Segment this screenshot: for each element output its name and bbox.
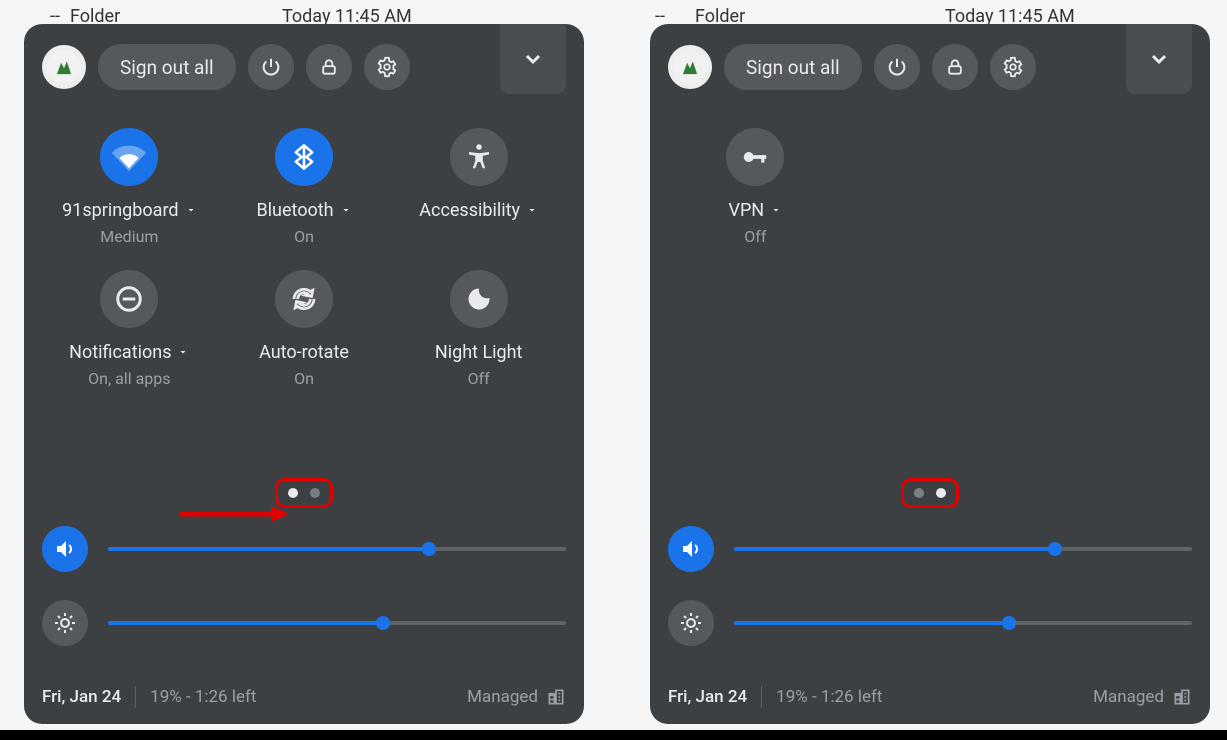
footer-date: Fri, Jan 24 [42,687,121,707]
managed-indicator[interactable]: Managed [1093,687,1192,707]
notifications-tile[interactable]: Notifications On, all apps [42,270,217,388]
footer-battery: 19% - 1:26 left [150,687,256,707]
lock-button[interactable] [932,44,978,90]
divider [135,686,136,708]
footer-date: Fri, Jan 24 [668,687,747,707]
bluetooth-tile[interactable]: Bluetooth On [217,128,392,246]
power-button[interactable] [874,44,920,90]
annotation-arrow [179,504,289,524]
brightness-button[interactable] [668,600,714,646]
brightness-slider[interactable] [108,621,566,625]
autorotate-icon [275,270,333,328]
panel-header: Sign out all [668,44,1192,90]
accessibility-icon [450,128,508,186]
bluetooth-status: On [294,227,314,246]
sign-out-button[interactable]: Sign out all [724,44,862,90]
volume-button[interactable] [42,526,88,572]
quick-settings-panel-page2: Sign out all VPN Off [650,24,1210,724]
brightness-slider-row [668,600,1192,646]
chevron-down-icon [770,200,782,221]
wifi-tile[interactable]: 91springboard Medium [42,128,217,246]
settings-button[interactable] [990,44,1036,90]
sliders [42,526,566,646]
accessibility-label: Accessibility [419,200,520,221]
brightness-slider-row [42,600,566,646]
brightness-button[interactable] [42,600,88,646]
sign-out-button[interactable]: Sign out all [98,44,236,90]
annotation-highlight [901,478,959,508]
building-icon [546,687,566,707]
vpn-key-icon [726,128,784,186]
volume-slider[interactable] [734,547,1192,551]
autorotate-tile[interactable]: Auto-rotate On [217,270,392,388]
bottom-strip [0,730,1227,740]
panel-footer: Fri, Jan 24 19% - 1:26 left Managed [42,666,566,708]
power-button[interactable] [248,44,294,90]
nightlight-icon [450,270,508,328]
quick-settings-tiles: 91springboard Medium Bluetooth On Access… [42,128,566,468]
panel-header: Sign out all [42,44,566,90]
collapse-button[interactable] [1126,24,1192,94]
chevron-down-icon [185,200,197,221]
panel-footer: Fri, Jan 24 19% - 1:26 left Managed [668,666,1192,708]
notifications-status: On, all apps [88,369,170,388]
lock-button[interactable] [306,44,352,90]
managed-indicator[interactable]: Managed [467,687,566,707]
chevron-down-icon [526,200,538,221]
quick-settings-tiles: VPN Off [668,128,1192,468]
nightlight-tile[interactable]: Night Light Off [391,270,566,388]
sliders [668,526,1192,646]
wifi-status: Medium [100,227,158,246]
bluetooth-icon [275,128,333,186]
bluetooth-label: Bluetooth [256,200,333,221]
volume-slider-row [668,526,1192,572]
autorotate-label: Auto-rotate [259,342,349,363]
notifications-label: Notifications [69,342,171,363]
brightness-slider[interactable] [734,621,1192,625]
avatar[interactable] [668,45,712,89]
managed-label: Managed [1093,687,1164,707]
page-indicator[interactable] [276,482,332,504]
do-not-disturb-icon [100,270,158,328]
chevron-down-icon [340,200,352,221]
chevron-down-icon [177,342,189,363]
settings-button[interactable] [364,44,410,90]
building-icon [1172,687,1192,707]
page-indicator[interactable] [902,482,958,504]
volume-button[interactable] [668,526,714,572]
wifi-icon [100,128,158,186]
footer-battery: 19% - 1:26 left [776,687,882,707]
quick-settings-panel-page1: Sign out all 91springboard Medium [24,24,584,724]
volume-slider[interactable] [108,547,566,551]
volume-slider-row [42,526,566,572]
wifi-label: 91springboard [62,200,178,221]
collapse-button[interactable] [500,24,566,94]
vpn-status: Off [744,227,766,246]
vpn-label: VPN [728,200,764,221]
avatar[interactable] [42,45,86,89]
accessibility-tile[interactable]: Accessibility [391,128,566,246]
nightlight-label: Night Light [435,342,523,363]
managed-label: Managed [467,687,538,707]
divider [761,686,762,708]
autorotate-status: On [294,369,314,388]
nightlight-status: Off [468,369,490,388]
vpn-tile[interactable]: VPN Off [668,128,843,246]
